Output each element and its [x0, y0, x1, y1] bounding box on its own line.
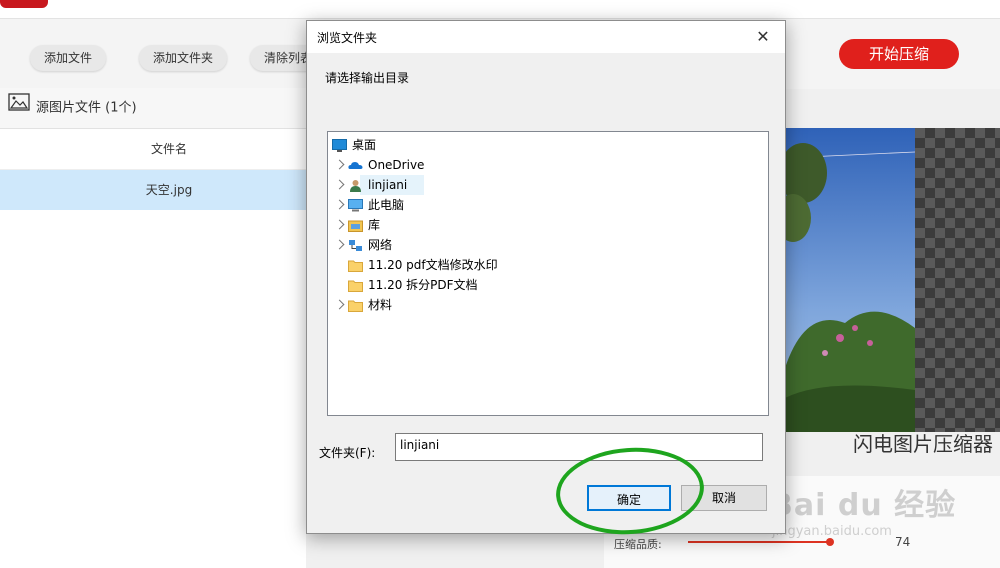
quality-slider-thumb[interactable]: [826, 538, 834, 546]
tree-item-label: 库: [368, 218, 381, 232]
computer-icon: [348, 198, 363, 212]
sky-photo: [785, 128, 916, 432]
tree-item-label: 此电脑: [368, 198, 405, 212]
close-icon[interactable]: ✕: [741, 21, 785, 53]
add-file-button[interactable]: 添加文件: [30, 45, 107, 71]
tree-item-label: OneDrive: [368, 158, 425, 172]
image-preview: [785, 128, 1000, 432]
folder-icon: [348, 298, 363, 312]
filename-column-header[interactable]: 文件名: [0, 129, 306, 170]
chevron-right-icon[interactable]: [334, 199, 345, 210]
tree-item-label: 11.20 拆分PDF文档: [368, 278, 478, 292]
network-icon: [348, 238, 363, 251]
tree-item[interactable]: linjiani: [334, 175, 424, 195]
library-icon: [348, 218, 363, 232]
quality-value: 74: [895, 535, 911, 549]
image-icon: [8, 88, 30, 128]
tree-item-label: 材料: [368, 298, 393, 312]
dialog-title: 浏览文件夹: [317, 31, 378, 45]
app-logo: [0, 0, 48, 8]
source-files-title: 源图片文件 (1个): [36, 100, 137, 116]
chevron-right-icon[interactable]: [334, 179, 345, 190]
file-row[interactable]: 天空.jpg: [0, 170, 306, 210]
add-folder-button[interactable]: 添加文件夹: [139, 45, 228, 71]
folder-icon: [348, 258, 363, 272]
tree-item-label: 网络: [368, 238, 393, 252]
dialog-prompt: 请选择输出目录: [325, 71, 410, 85]
tree-item-label: 桌面: [352, 138, 377, 152]
dialog-titlebar: 浏览文件夹 ✕: [307, 21, 785, 53]
source-files-header: 源图片文件 (1个): [0, 88, 306, 129]
folder-icon: [348, 278, 363, 292]
tree-item-label: 11.20 pdf文档修改水印: [368, 258, 498, 272]
browse-folder-dialog: 浏览文件夹 ✕ 请选择输出目录 桌面 OneDrive linjiani 此电脑库网络…: [306, 20, 786, 534]
quality-label: 压缩品质:: [614, 538, 662, 551]
source-file-panel: 源图片文件 (1个) 文件名 天空.jpg: [0, 88, 306, 568]
quality-slider-track[interactable]: [688, 541, 830, 543]
tree-item-label: linjiani: [368, 178, 408, 192]
baidu-watermark-url: jingyan.baidu.com: [772, 524, 892, 539]
onedrive-icon: [348, 158, 363, 171]
folder-tree[interactable]: 桌面 OneDrive linjiani 此电脑库网络 11.20 pdf文档修改水印 1…: [327, 131, 769, 416]
chevron-right-icon[interactable]: [334, 299, 345, 310]
chevron-right-icon[interactable]: [334, 239, 345, 250]
folder-field[interactable]: linjiani: [395, 433, 763, 461]
app-watermark: 闪电图片压缩器: [853, 432, 993, 456]
chevron-right-icon[interactable]: [334, 219, 345, 230]
app-title-strip: [0, 0, 1000, 18]
folder-field-label: 文件夹(F):: [319, 446, 376, 460]
chevron-right-icon[interactable]: [334, 159, 345, 170]
transparency-checkerboard: [915, 128, 1000, 432]
user-icon: [348, 178, 363, 192]
baidu-watermark-logo: Bai du 经验: [770, 488, 957, 523]
start-compress-button[interactable]: 开始压缩: [839, 39, 959, 69]
desktop-icon: [332, 138, 347, 152]
